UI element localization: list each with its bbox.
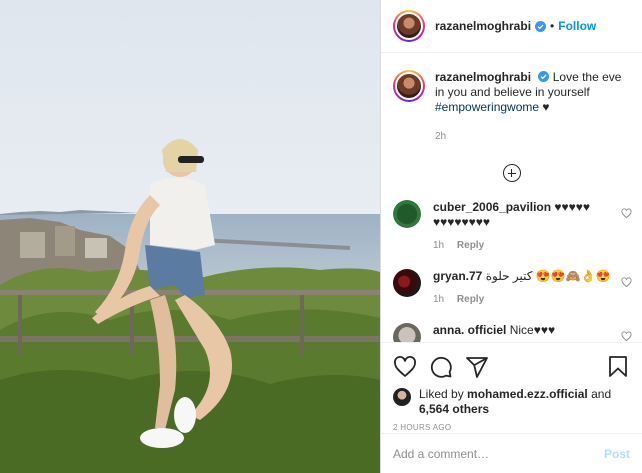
comment-text: كتير حلوة 😍😍🙈👌😍 bbox=[485, 269, 611, 283]
action-row bbox=[381, 343, 642, 383]
post-side-panel: razanelmoghrabi • Follow razanelmoghrabi… bbox=[380, 0, 642, 473]
likes-prefix: Liked by bbox=[419, 387, 464, 401]
comments-list[interactable]: razanelmoghrabi Love the eve in you and … bbox=[381, 54, 642, 342]
load-more-comments[interactable] bbox=[381, 164, 642, 182]
caption-author-avatar[interactable] bbox=[393, 70, 425, 102]
load-more-icon[interactable] bbox=[502, 164, 521, 182]
comment-like-icon[interactable] bbox=[621, 208, 632, 219]
likes-connector: and bbox=[591, 387, 612, 401]
liker-username[interactable]: mohamed.ezz.official bbox=[467, 387, 588, 401]
comment-meta: 1h Reply bbox=[433, 238, 613, 253]
post-timestamp[interactable]: 2 HOURS AGO bbox=[381, 417, 642, 432]
follow-button[interactable]: Follow bbox=[558, 19, 596, 33]
comment-avatar[interactable] bbox=[393, 269, 421, 297]
comment-like-icon[interactable] bbox=[621, 331, 632, 342]
likes-count[interactable]: 6,564 others bbox=[419, 402, 489, 416]
comment-item: anna. officiel Nice♥♥♥ bbox=[381, 323, 642, 342]
comment-like-icon[interactable] bbox=[621, 277, 632, 288]
comment-username[interactable]: gryan.77 bbox=[433, 269, 482, 283]
comment-username[interactable]: anna. officiel bbox=[433, 323, 506, 337]
likes-summary: Liked by mohamed.ezz.official and 6,564 … bbox=[381, 383, 642, 417]
reply-button[interactable]: Reply bbox=[457, 240, 484, 251]
share-icon[interactable] bbox=[465, 355, 489, 379]
comment-body: anna. officiel Nice♥♥♥ bbox=[433, 323, 613, 342]
caption-time[interactable]: 2h bbox=[435, 129, 630, 144]
comment-body: cuber_2006_pavilion ♥♥♥♥♥ ♥♥♥♥♥♥♥♥ 1h Re… bbox=[433, 200, 613, 253]
post-comment-button[interactable]: Post bbox=[604, 447, 630, 461]
verified-badge-icon bbox=[538, 71, 550, 82]
comment-username[interactable]: cuber_2006_pavilion bbox=[433, 200, 551, 214]
comment-item: cuber_2006_pavilion ♥♥♥♥♥ ♥♥♥♥♥♥♥♥ 1h Re… bbox=[381, 200, 642, 253]
post-header: razanelmoghrabi • Follow bbox=[381, 0, 642, 53]
reply-button[interactable]: Reply bbox=[457, 294, 484, 305]
comment-avatar[interactable] bbox=[393, 200, 421, 228]
post-photo[interactable] bbox=[0, 0, 380, 473]
likes-text: Liked by mohamed.ezz.official and 6,564 … bbox=[419, 387, 611, 417]
caption-body: razanelmoghrabi Love the eve in you and … bbox=[435, 70, 630, 144]
caption-hashtag[interactable]: #empoweringwome bbox=[435, 100, 539, 114]
comment-item: gryan.77 كتير حلوة 😍😍🙈👌😍 1h Reply bbox=[381, 269, 642, 307]
liker-avatar[interactable] bbox=[393, 388, 411, 406]
author-avatar[interactable] bbox=[393, 10, 425, 42]
comment-body: gryan.77 كتير حلوة 😍😍🙈👌😍 1h Reply bbox=[433, 269, 613, 307]
comment-time[interactable]: 1h bbox=[433, 240, 444, 251]
bookmark-icon[interactable] bbox=[606, 355, 630, 379]
author-username[interactable]: razanelmoghrabi bbox=[435, 19, 531, 33]
comment-text: Nice♥♥♥ bbox=[509, 323, 556, 337]
comment-time[interactable]: 1h bbox=[433, 294, 444, 305]
add-comment-bar: Post bbox=[381, 433, 642, 473]
caption-heart: ♥ bbox=[542, 100, 550, 114]
caption: razanelmoghrabi Love the eve in you and … bbox=[381, 54, 642, 144]
comment-avatar[interactable] bbox=[393, 323, 421, 342]
separator-dot: • bbox=[550, 19, 555, 33]
verified-badge-icon bbox=[535, 20, 547, 32]
comment-meta: 1h Reply bbox=[433, 292, 613, 307]
comment-icon[interactable] bbox=[429, 355, 453, 379]
heart-icon[interactable] bbox=[393, 355, 417, 379]
caption-author-username[interactable]: razanelmoghrabi bbox=[435, 70, 531, 84]
comment-input[interactable] bbox=[393, 446, 604, 461]
